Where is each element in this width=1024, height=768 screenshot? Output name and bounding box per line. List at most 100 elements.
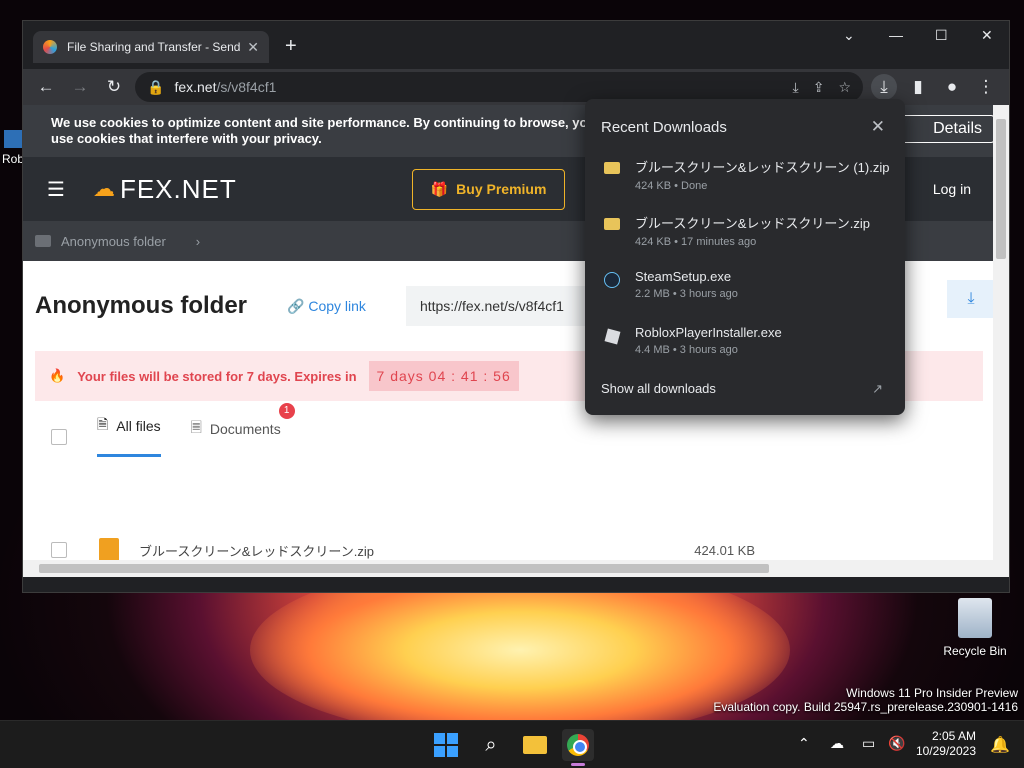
tab-close-icon[interactable]: ✕ [247, 39, 259, 56]
side-panel-icon[interactable]: ▮ [905, 74, 931, 100]
address-bar[interactable]: 🔒 fex.net/s/v8f4cf1 ⤓ ⇪ ☆ [135, 72, 863, 102]
new-tab-button[interactable]: + [285, 35, 297, 58]
steam-icon [603, 271, 621, 289]
download-name: SteamSetup.exe [635, 269, 732, 284]
tab-search-chevron-icon[interactable]: ⌄ [843, 27, 855, 44]
fex-logo[interactable]: ☁ FEX.NET [93, 174, 237, 205]
downloads-title: Recent Downloads [601, 119, 727, 136]
documents-count-badge: 1 [278, 403, 295, 419]
recycle-bin-label: Recycle Bin [943, 644, 1007, 658]
copy-link-button[interactable]: 🔗 Copy link [287, 298, 366, 315]
desktop-icon-roblox[interactable]: Rob [2, 130, 24, 166]
download-name: ブルースクリーン&レッドスクリーン (1).zip [635, 160, 890, 175]
expire-text: Your files will be stored for 7 days. Ex… [77, 368, 357, 384]
zip-icon [603, 215, 621, 233]
downloads-button[interactable]: ⤓ [871, 74, 897, 100]
profile-icon[interactable]: ● [939, 74, 965, 100]
url-host: fex.net [174, 79, 217, 95]
install-app-icon[interactable]: ⤓ [793, 79, 799, 96]
breadcrumb-item[interactable]: Anonymous folder [61, 234, 166, 249]
file-explorer-icon[interactable] [519, 729, 551, 761]
scrollbar-thumb[interactable] [39, 564, 769, 573]
download-name: ブルースクリーン&レッドスクリーン.zip [635, 216, 870, 231]
start-button[interactable] [430, 729, 462, 761]
flame-icon: 🔥 [49, 368, 66, 383]
login-link[interactable]: Log in [933, 181, 971, 197]
tab-strip: File Sharing and Transfer - Send ✕ + ⌄ —… [23, 21, 1009, 69]
watermark-line2: Evaluation copy. Build 25947.rs_prerelea… [713, 700, 1018, 714]
clock-date: 10/29/2023 [915, 744, 976, 758]
zip-icon [603, 159, 621, 177]
chrome-taskbar-icon[interactable] [562, 729, 594, 761]
download-meta: 424 KB • Done [635, 180, 708, 192]
select-all-checkbox[interactable] [51, 429, 67, 445]
clock[interactable]: 2:05 AM 10/29/2023 [916, 729, 976, 759]
minimize-button[interactable]: — [889, 27, 903, 43]
show-all-downloads-link[interactable]: Show all downloads [601, 381, 716, 396]
back-button[interactable]: ← [33, 74, 59, 100]
tab-documents-label: Documents [209, 421, 281, 437]
download-meta: 4.4 MB • 3 hours ago [635, 344, 738, 356]
favicon-icon [43, 40, 57, 54]
taskbar: ⌕ ⌃ ☁ ▭ 🔇 2:05 AM 10/29/2023 🔔 [0, 720, 1024, 768]
close-icon[interactable]: ✕ [871, 117, 885, 137]
recycle-bin-icon [958, 598, 992, 638]
document-icon: 🗏 [190, 419, 202, 435]
windows-logo-icon [434, 733, 458, 757]
gift-icon: 🎁 [430, 180, 449, 197]
close-window-button[interactable]: ✕ [981, 27, 993, 44]
watermark-line1: Windows 11 Pro Insider Preview [846, 686, 1018, 700]
onedrive-icon[interactable]: ☁ [830, 735, 844, 752]
bookmark-star-icon[interactable]: ☆ [838, 79, 851, 96]
folder-icon [35, 235, 51, 247]
reload-button[interactable]: ↻ [101, 74, 127, 100]
download-meta: 424 KB • 17 minutes ago [635, 236, 757, 248]
downloads-popup: Recent Downloads ✕ ブルースクリーン&レッドスクリーン (1)… [585, 99, 905, 415]
cloud-logo-icon: ☁ [92, 176, 116, 201]
download-item[interactable]: RobloxPlayerInstaller.exe 4.4 MB • 3 hour… [603, 325, 782, 356]
download-meta: 2.2 MB • 3 hours ago [635, 288, 738, 300]
maximize-button[interactable]: ☐ [935, 27, 948, 44]
download-item[interactable]: SteamSetup.exe 2.2 MB • 3 hours ago [603, 269, 738, 300]
share-icon[interactable]: ⇪ [813, 79, 825, 96]
notification-bell-icon[interactable]: 🔔 [990, 735, 1010, 755]
logo-text: FEX.NET [119, 173, 237, 204]
external-link-icon[interactable]: ↗ [872, 381, 883, 397]
buy-premium-button[interactable]: 🎁 Buy Premium [411, 168, 566, 210]
recycle-bin[interactable]: Recycle Bin [940, 598, 1010, 658]
row-checkbox[interactable] [51, 542, 67, 558]
scrollbar-thumb[interactable] [996, 119, 1006, 259]
desktop-icon-label: Rob [2, 152, 25, 166]
clock-time: 2:05 AM [931, 729, 976, 743]
share-url-field[interactable]: https://fex.net/s/v8f4cf1 [405, 286, 596, 326]
roblox-desktop-icon [4, 130, 22, 148]
volume-muted-icon[interactable]: 🔇 [888, 735, 905, 752]
expire-timer: 7 days 04 : 41 : 56 [368, 361, 519, 391]
download-all-button[interactable]: ⤓ [947, 280, 995, 318]
lock-icon[interactable]: 🔒 [147, 79, 164, 96]
file-name[interactable]: ブルースクリーン&レッドスクリーン.zip [139, 541, 374, 560]
download-item[interactable]: ブルースクリーン&レッドスクリーン.zip 424 KB • 17 minutes… [603, 213, 870, 248]
tab-documents[interactable]: 🗏 Documents 1 [190, 403, 295, 457]
file-size: 424.01 KB [694, 542, 755, 558]
horizontal-scrollbar[interactable] [23, 560, 995, 577]
tab-all-files[interactable]: 🗎 All files [97, 414, 161, 457]
page-title: Anonymous folder [35, 292, 248, 319]
chevron-up-icon[interactable]: ⌃ [798, 735, 810, 752]
menu-icon[interactable]: ⋮ [973, 74, 999, 100]
document-icon: 🗎 [97, 416, 109, 432]
active-indicator [571, 763, 585, 766]
chevron-right-icon: › [195, 233, 201, 249]
vertical-scrollbar[interactable] [993, 105, 1009, 577]
url-path: /s/v8f4cf1 [216, 79, 277, 95]
download-name: RobloxPlayerInstaller.exe [635, 325, 782, 340]
network-icon[interactable]: ▭ [862, 735, 875, 752]
hamburger-menu-icon[interactable]: ☰ [47, 177, 65, 202]
download-item[interactable]: ブルースクリーン&レッドスクリーン (1).zip 424 KB • Done [603, 157, 889, 192]
search-icon[interactable]: ⌕ [475, 729, 507, 761]
forward-button[interactable]: → [67, 74, 93, 100]
roblox-icon [603, 327, 621, 345]
tab-all-files-label: All files [116, 418, 161, 434]
copy-link-label: Copy link [308, 297, 366, 314]
browser-tab[interactable]: File Sharing and Transfer - Send ✕ [33, 31, 269, 63]
